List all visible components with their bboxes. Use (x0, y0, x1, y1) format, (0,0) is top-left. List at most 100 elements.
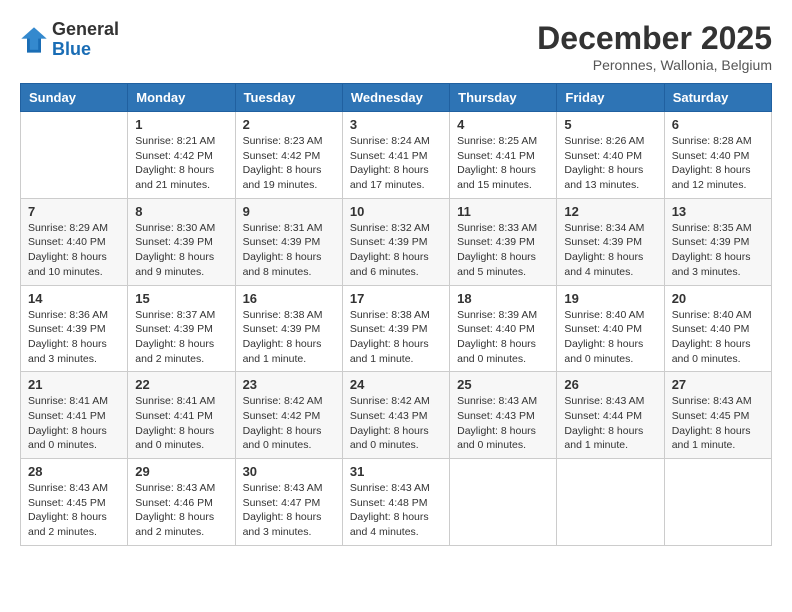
month-title: December 2025 (537, 20, 772, 57)
day-number: 17 (350, 291, 442, 306)
day-info: Sunrise: 8:24 AMSunset: 4:41 PMDaylight:… (350, 134, 442, 193)
day-info: Sunrise: 8:34 AMSunset: 4:39 PMDaylight:… (564, 221, 656, 280)
day-info: Sunrise: 8:36 AMSunset: 4:39 PMDaylight:… (28, 308, 120, 367)
calendar-day-cell (21, 112, 128, 199)
calendar-day-cell: 28Sunrise: 8:43 AMSunset: 4:45 PMDayligh… (21, 459, 128, 546)
calendar-day-cell: 21Sunrise: 8:41 AMSunset: 4:41 PMDayligh… (21, 372, 128, 459)
day-number: 18 (457, 291, 549, 306)
calendar-day-cell: 8Sunrise: 8:30 AMSunset: 4:39 PMDaylight… (128, 198, 235, 285)
day-info: Sunrise: 8:30 AMSunset: 4:39 PMDaylight:… (135, 221, 227, 280)
day-info: Sunrise: 8:43 AMSunset: 4:46 PMDaylight:… (135, 481, 227, 540)
day-info: Sunrise: 8:43 AMSunset: 4:43 PMDaylight:… (457, 394, 549, 453)
calendar-day-cell: 22 Sunrise: 8:41 AMSunset: 4:41 PMDayligh… (128, 372, 235, 459)
day-of-week-header: Monday (128, 84, 235, 112)
day-info: Sunrise: 8:38 AMSunset: 4:39 PMDaylight:… (350, 308, 442, 367)
location-subtitle: Peronnes, Wallonia, Belgium (537, 57, 772, 73)
day-info: Sunrise: 8:40 AMSunset: 4:40 PMDaylight:… (672, 308, 764, 367)
calendar-week-row: 21Sunrise: 8:41 AMSunset: 4:41 PMDayligh… (21, 372, 772, 459)
calendar-week-row: 1 Sunrise: 8:21 AMSunset: 4:42 PMDaylight… (21, 112, 772, 199)
day-info: Sunrise: 8:39 AMSunset: 4:40 PMDaylight:… (457, 308, 549, 367)
calendar-day-cell: 23Sunrise: 8:42 AMSunset: 4:42 PMDayligh… (235, 372, 342, 459)
calendar-day-cell: 13 Sunrise: 8:35 AMSunset: 4:39 PMDayligh… (664, 198, 771, 285)
day-info: Sunrise: 8:38 AMSunset: 4:39 PMDaylight:… (243, 308, 335, 367)
day-number: 29 (135, 464, 227, 479)
calendar-day-cell: 3Sunrise: 8:24 AMSunset: 4:41 PMDaylight… (342, 112, 449, 199)
calendar-day-cell (557, 459, 664, 546)
day-number: 31 (350, 464, 442, 479)
calendar-day-cell: 31 Sunrise: 8:43 AMSunset: 4:48 PMDayligh… (342, 459, 449, 546)
day-info: Sunrise: 8:40 AMSunset: 4:40 PMDaylight:… (564, 308, 656, 367)
calendar-day-cell: 16 Sunrise: 8:38 AMSunset: 4:39 PMDayligh… (235, 285, 342, 372)
day-number: 27 (672, 377, 764, 392)
day-info: Sunrise: 8:28 AMSunset: 4:40 PMDaylight:… (672, 134, 764, 193)
day-number: 4 (457, 117, 549, 132)
title-area: December 2025 Peronnes, Wallonia, Belgiu… (537, 20, 772, 73)
day-info: Sunrise: 8:43 AMSunset: 4:48 PMDaylight:… (350, 481, 442, 540)
day-of-week-header: Wednesday (342, 84, 449, 112)
day-number: 16 (243, 291, 335, 306)
calendar-day-cell: 14 Sunrise: 8:36 AMSunset: 4:39 PMDayligh… (21, 285, 128, 372)
calendar-day-cell: 4 Sunrise: 8:25 AMSunset: 4:41 PMDaylight… (450, 112, 557, 199)
day-number: 2 (243, 117, 335, 132)
day-info: Sunrise: 8:42 AMSunset: 4:43 PMDaylight:… (350, 394, 442, 453)
day-number: 24 (350, 377, 442, 392)
day-number: 9 (243, 204, 335, 219)
day-info: Sunrise: 8:21 AMSunset: 4:42 PMDaylight:… (135, 134, 227, 193)
day-number: 22 (135, 377, 227, 392)
calendar-table: SundayMondayTuesdayWednesdayThursdayFrid… (20, 83, 772, 546)
logo-text: General Blue (52, 20, 119, 60)
day-info: Sunrise: 8:25 AMSunset: 4:41 PMDaylight:… (457, 134, 549, 193)
calendar-day-cell: 10Sunrise: 8:32 AMSunset: 4:39 PMDayligh… (342, 198, 449, 285)
calendar-day-cell: 18 Sunrise: 8:39 AMSunset: 4:40 PMDayligh… (450, 285, 557, 372)
calendar-header-row: SundayMondayTuesdayWednesdayThursdayFrid… (21, 84, 772, 112)
calendar-day-cell (450, 459, 557, 546)
day-number: 1 (135, 117, 227, 132)
page-header: General Blue December 2025 Peronnes, Wal… (20, 20, 772, 73)
day-number: 19 (564, 291, 656, 306)
calendar-week-row: 7 Sunrise: 8:29 AMSunset: 4:40 PMDaylight… (21, 198, 772, 285)
calendar-day-cell: 6 Sunrise: 8:28 AMSunset: 4:40 PMDaylight… (664, 112, 771, 199)
day-number: 6 (672, 117, 764, 132)
day-number: 15 (135, 291, 227, 306)
day-of-week-header: Sunday (21, 84, 128, 112)
day-number: 5 (564, 117, 656, 132)
calendar-week-row: 14 Sunrise: 8:36 AMSunset: 4:39 PMDayligh… (21, 285, 772, 372)
logo-icon (20, 26, 48, 54)
calendar-day-cell: 7 Sunrise: 8:29 AMSunset: 4:40 PMDaylight… (21, 198, 128, 285)
calendar-day-cell: 19 Sunrise: 8:40 AMSunset: 4:40 PMDayligh… (557, 285, 664, 372)
calendar-week-row: 28Sunrise: 8:43 AMSunset: 4:45 PMDayligh… (21, 459, 772, 546)
day-of-week-header: Saturday (664, 84, 771, 112)
day-number: 11 (457, 204, 549, 219)
calendar-day-cell: 5 Sunrise: 8:26 AMSunset: 4:40 PMDaylight… (557, 112, 664, 199)
day-number: 20 (672, 291, 764, 306)
day-info: Sunrise: 8:41 AMSunset: 4:41 PMDaylight:… (135, 394, 227, 453)
day-info: Sunrise: 8:43 AMSunset: 4:44 PMDaylight:… (564, 394, 656, 453)
day-info: Sunrise: 8:35 AMSunset: 4:39 PMDaylight:… (672, 221, 764, 280)
day-number: 14 (28, 291, 120, 306)
logo-general: General (52, 20, 119, 40)
day-info: Sunrise: 8:31 AMSunset: 4:39 PMDaylight:… (243, 221, 335, 280)
day-info: Sunrise: 8:41 AMSunset: 4:41 PMDaylight:… (28, 394, 120, 453)
day-number: 13 (672, 204, 764, 219)
day-number: 12 (564, 204, 656, 219)
day-info: Sunrise: 8:42 AMSunset: 4:42 PMDaylight:… (243, 394, 335, 453)
calendar-day-cell: 26Sunrise: 8:43 AMSunset: 4:44 PMDayligh… (557, 372, 664, 459)
day-info: Sunrise: 8:32 AMSunset: 4:39 PMDaylight:… (350, 221, 442, 280)
calendar-day-cell: 15 Sunrise: 8:37 AMSunset: 4:39 PMDayligh… (128, 285, 235, 372)
day-info: Sunrise: 8:26 AMSunset: 4:40 PMDaylight:… (564, 134, 656, 193)
day-info: Sunrise: 8:23 AMSunset: 4:42 PMDaylight:… (243, 134, 335, 193)
calendar-day-cell (664, 459, 771, 546)
day-info: Sunrise: 8:29 AMSunset: 4:40 PMDaylight:… (28, 221, 120, 280)
day-info: Sunrise: 8:43 AMSunset: 4:45 PMDaylight:… (28, 481, 120, 540)
logo-blue: Blue (52, 40, 119, 60)
calendar-day-cell: 25Sunrise: 8:43 AMSunset: 4:43 PMDayligh… (450, 372, 557, 459)
calendar-day-cell: 12 Sunrise: 8:34 AMSunset: 4:39 PMDayligh… (557, 198, 664, 285)
calendar-day-cell: 2 Sunrise: 8:23 AMSunset: 4:42 PMDaylight… (235, 112, 342, 199)
day-number: 7 (28, 204, 120, 219)
calendar-day-cell: 29 Sunrise: 8:43 AMSunset: 4:46 PMDayligh… (128, 459, 235, 546)
calendar-day-cell: 9 Sunrise: 8:31 AMSunset: 4:39 PMDaylight… (235, 198, 342, 285)
day-info: Sunrise: 8:37 AMSunset: 4:39 PMDaylight:… (135, 308, 227, 367)
day-number: 30 (243, 464, 335, 479)
calendar-day-cell: 20 Sunrise: 8:40 AMSunset: 4:40 PMDayligh… (664, 285, 771, 372)
calendar-day-cell: 11Sunrise: 8:33 AMSunset: 4:39 PMDayligh… (450, 198, 557, 285)
